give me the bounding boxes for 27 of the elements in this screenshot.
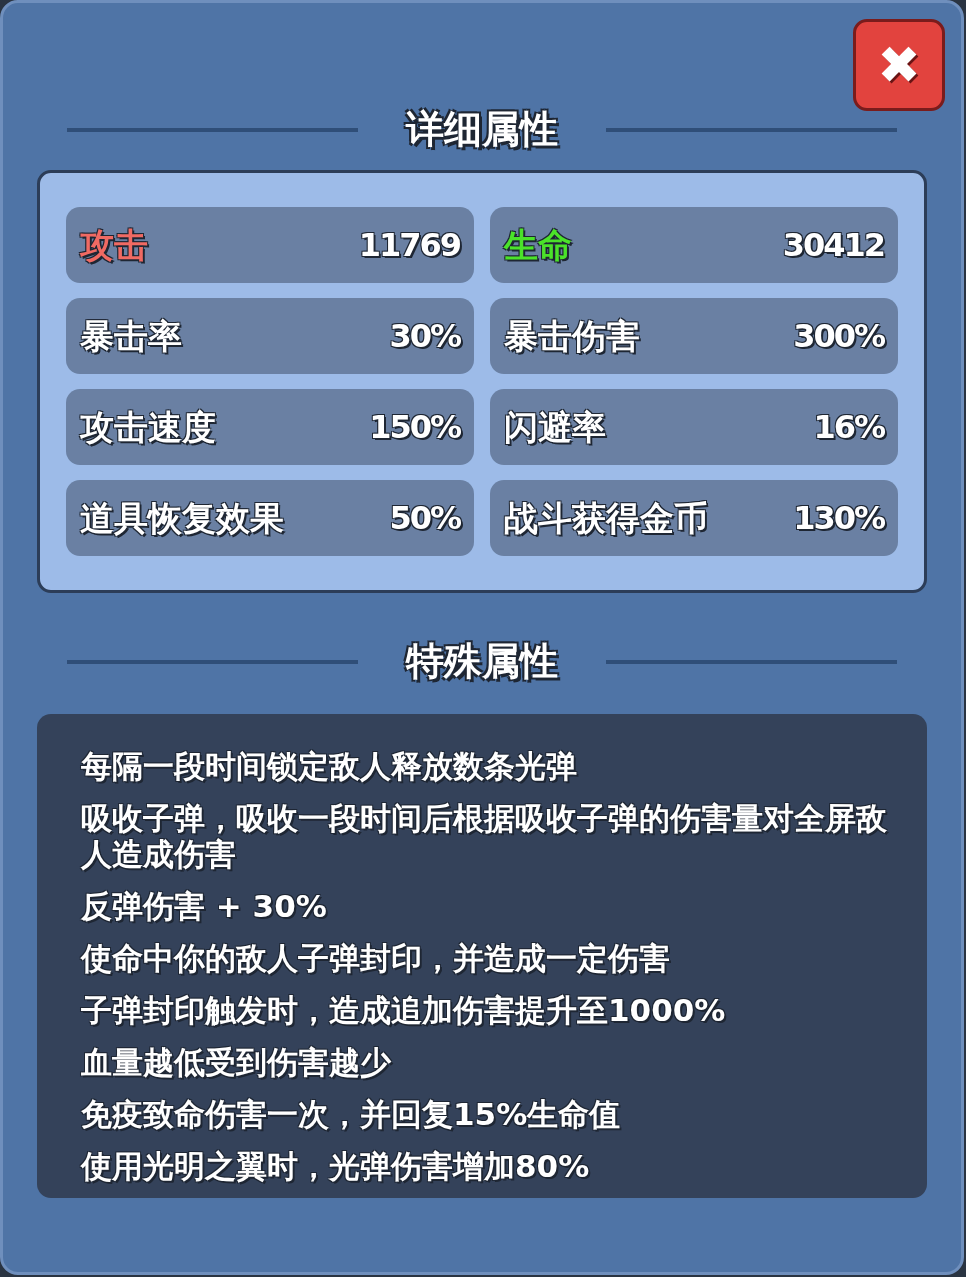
stat-label: 道具恢复效果 bbox=[80, 496, 284, 540]
attribute-text: 吸收子弹，吸收一段时间后根据吸收子弹的伤害量对全屏敌人造成伤害 bbox=[81, 800, 887, 872]
attribute-text: 血量越低受到伤害越少 bbox=[81, 1044, 392, 1080]
stat-value: 300% bbox=[793, 316, 884, 357]
close-button[interactable]: ✖ bbox=[853, 19, 945, 111]
stat-label: 暴击伤害 bbox=[504, 314, 640, 358]
stat-value: 50% bbox=[389, 498, 460, 539]
stat-value: 11769 bbox=[358, 225, 460, 266]
attribute-text: 使命中你的敌人子弹封印，并造成一定伤害 bbox=[81, 940, 671, 976]
stat-value: 130% bbox=[793, 498, 884, 539]
stat-label: 攻击速度 bbox=[80, 405, 216, 449]
attribute-text: 反弹伤害 + 30% bbox=[81, 888, 328, 924]
section-title: 特殊属性 bbox=[406, 638, 558, 685]
stat-label: 暴击率 bbox=[80, 314, 182, 358]
stat-value: 30412 bbox=[782, 225, 884, 266]
attribute-text: 每隔一段时间锁定敌人释放数条光弹 bbox=[81, 748, 578, 784]
section-title: 详细属性 bbox=[406, 106, 558, 153]
attribute-text: 免疫致命伤害一次，并回复15%生命值 bbox=[81, 1096, 622, 1132]
stat-label: 闪避率 bbox=[504, 405, 606, 449]
stat-label: 生命 bbox=[504, 223, 572, 267]
stat-value: 30% bbox=[389, 316, 460, 357]
stat-value: 150% bbox=[369, 407, 460, 448]
stat-label: 战斗获得金币 bbox=[504, 496, 708, 540]
stat-value: 16% bbox=[813, 407, 884, 448]
stat-label: 攻击 bbox=[80, 223, 148, 267]
attribute-text: 子弹封印触发时，造成追加伤害提升至1000% bbox=[81, 992, 727, 1028]
attribute-text: 使用光明之翼时，光弹伤害增加80% bbox=[81, 1148, 591, 1184]
